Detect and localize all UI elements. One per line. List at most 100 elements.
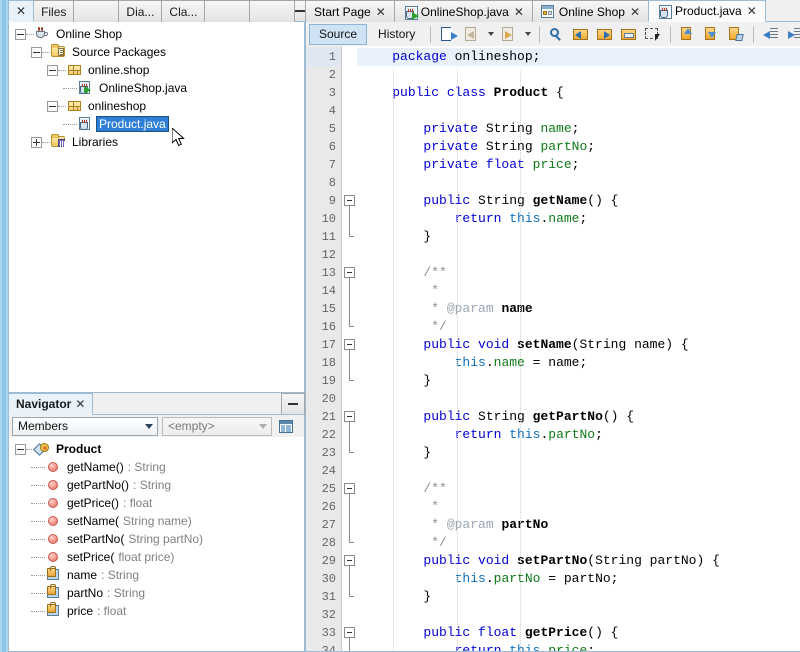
code-line[interactable]: */: [357, 534, 800, 552]
code-line[interactable]: public float getPrice() {: [357, 624, 800, 642]
code-area[interactable]: 1 2 3 4 5 6 7 8 9 10 11 12 13 14 15 16 17 18 19 20 21 22 23 24 2…: [306, 46, 800, 651]
code-line[interactable]: }: [357, 228, 800, 246]
toggle-window-button[interactable]: [618, 24, 640, 45]
expand-icon[interactable]: [31, 136, 42, 148]
code-fold-column[interactable]: [342, 46, 357, 651]
forward-button[interactable]: [498, 24, 520, 45]
navigator-node-setname[interactable]: setName( String name): [9, 512, 304, 530]
close-icon[interactable]: ✕: [514, 6, 524, 18]
collapse-icon[interactable]: [47, 100, 58, 112]
code-line[interactable]: public class Product {: [357, 84, 800, 102]
source-view-button[interactable]: Source: [309, 23, 368, 45]
tree-node-online-shop[interactable]: Online Shop: [9, 25, 304, 43]
collapse-icon[interactable]: [15, 443, 26, 455]
code-line[interactable]: [357, 462, 800, 480]
previous-bookmark-button[interactable]: [570, 24, 592, 45]
code-line[interactable]: private String name;: [357, 120, 800, 138]
tab-projects[interactable]: ✕: [8, 0, 35, 22]
code-line[interactable]: public String getName() {: [357, 192, 800, 210]
fold-control[interactable]: [342, 408, 357, 426]
code-line[interactable]: /**: [357, 480, 800, 498]
tree-node-libraries[interactable]: Libraries: [9, 133, 304, 151]
tab-diagrams[interactable]: Dia...: [118, 0, 163, 22]
code-line[interactable]: }: [357, 588, 800, 606]
forward-dropdown-button[interactable]: [522, 24, 533, 45]
collapse-icon[interactable]: [47, 64, 58, 76]
find-selection-button[interactable]: [546, 24, 568, 45]
code-line[interactable]: /**: [357, 264, 800, 282]
code-line[interactable]: public void setName(String name) {: [357, 336, 800, 354]
projects-tree-body[interactable]: Online Shop Source Packages online.shop …: [8, 22, 305, 393]
code-line[interactable]: return this.price;: [357, 642, 800, 651]
tab-blank-3[interactable]: [249, 0, 296, 22]
close-icon[interactable]: ✕: [75, 398, 85, 410]
select-in-projects-button[interactable]: [642, 24, 664, 45]
back-button[interactable]: [461, 24, 483, 45]
code-line[interactable]: [357, 102, 800, 120]
navigator-node-setpartno[interactable]: setPartNo( String partNo): [9, 530, 304, 548]
navigator-node-field-price[interactable]: price : float: [9, 602, 304, 620]
code-line[interactable]: [357, 390, 800, 408]
code-line[interactable]: [357, 66, 800, 84]
fold-control[interactable]: [342, 192, 357, 210]
editor-tab-start-page[interactable]: Start Page ✕: [305, 0, 395, 22]
code-line[interactable]: *: [357, 282, 800, 300]
tree-node-onlineshop-java[interactable]: OnlineShop.java: [9, 79, 304, 97]
code-line[interactable]: this.partNo = partNo;: [357, 570, 800, 588]
tree-node-online-shop-pkg[interactable]: online.shop: [9, 61, 304, 79]
fold-control[interactable]: [342, 552, 357, 570]
toggle-filters-button[interactable]: [276, 416, 296, 436]
code-line[interactable]: */: [357, 318, 800, 336]
navigator-filter-select[interactable]: <empty>: [162, 416, 272, 436]
editor-tab-onlineshop-java[interactable]: OnlineShop.java ✕: [393, 0, 533, 22]
back-dropdown-button[interactable]: [485, 24, 496, 45]
code-line[interactable]: [357, 606, 800, 624]
tab-blank-1[interactable]: [73, 0, 120, 22]
tree-node-onlineshop-pkg[interactable]: onlineshop: [9, 97, 304, 115]
code-line[interactable]: [357, 174, 800, 192]
close-icon[interactable]: ✕: [630, 6, 640, 18]
code-line[interactable]: public void setPartNo(String partNo) {: [357, 552, 800, 570]
collapse-icon[interactable]: [31, 46, 42, 58]
tab-classes[interactable]: Cla...: [161, 0, 206, 22]
navigator-scope-select[interactable]: Members: [12, 416, 158, 436]
close-icon[interactable]: ✕: [747, 5, 757, 17]
code-line[interactable]: * @param name: [357, 300, 800, 318]
collapse-icon[interactable]: [15, 28, 26, 40]
fold-control[interactable]: [342, 480, 357, 498]
navigator-node-field-name[interactable]: name : String: [9, 566, 304, 584]
code-line[interactable]: return this.name;: [357, 210, 800, 228]
shift-line-up-button[interactable]: [677, 24, 699, 45]
code-line[interactable]: return this.partNo;: [357, 426, 800, 444]
shift-left-button[interactable]: [760, 24, 782, 45]
close-icon[interactable]: ✕: [376, 6, 386, 18]
fold-control[interactable]: [342, 264, 357, 282]
code-line[interactable]: this.name = name;: [357, 354, 800, 372]
minimize-navigator-button[interactable]: [281, 393, 305, 415]
tab-navigator[interactable]: Navigator ✕: [8, 393, 94, 415]
navigator-node-field-partno[interactable]: partNo : String: [9, 584, 304, 602]
history-view-button[interactable]: History: [369, 24, 424, 45]
navigator-node-getname[interactable]: getName() : String: [9, 458, 304, 476]
navigator-node-setprice[interactable]: setPrice( float price): [9, 548, 304, 566]
code-line[interactable]: }: [357, 444, 800, 462]
editor-tab-online-shop-form[interactable]: Online Shop ✕: [531, 0, 649, 22]
toggle-bookmark-button[interactable]: [437, 24, 459, 45]
code-line[interactable]: * @param partNo: [357, 516, 800, 534]
code-line[interactable]: package onlineshop;: [357, 48, 800, 66]
code-line[interactable]: *: [357, 498, 800, 516]
tree-node-source-packages[interactable]: Source Packages: [9, 43, 304, 61]
navigator-node-getprice[interactable]: getPrice() : float: [9, 494, 304, 512]
shift-right-button[interactable]: [784, 24, 800, 45]
fold-control[interactable]: [342, 624, 357, 642]
tab-blank-2[interactable]: [204, 0, 251, 22]
shift-line-down-button[interactable]: [701, 24, 723, 45]
fold-control[interactable]: [342, 336, 357, 354]
navigator-node-getpartno[interactable]: getPartNo() : String: [9, 476, 304, 494]
code-line[interactable]: }: [357, 372, 800, 390]
code-line[interactable]: public String getPartNo() {: [357, 408, 800, 426]
tree-node-product-java[interactable]: Product.java: [9, 115, 304, 133]
code-line[interactable]: [357, 246, 800, 264]
code-editor[interactable]: 1 2 3 4 5 6 7 8 9 10 11 12 13 14 15 16 17 18 19 20 21 22 23 24 2…: [305, 46, 800, 652]
code-line[interactable]: private String partNo;: [357, 138, 800, 156]
